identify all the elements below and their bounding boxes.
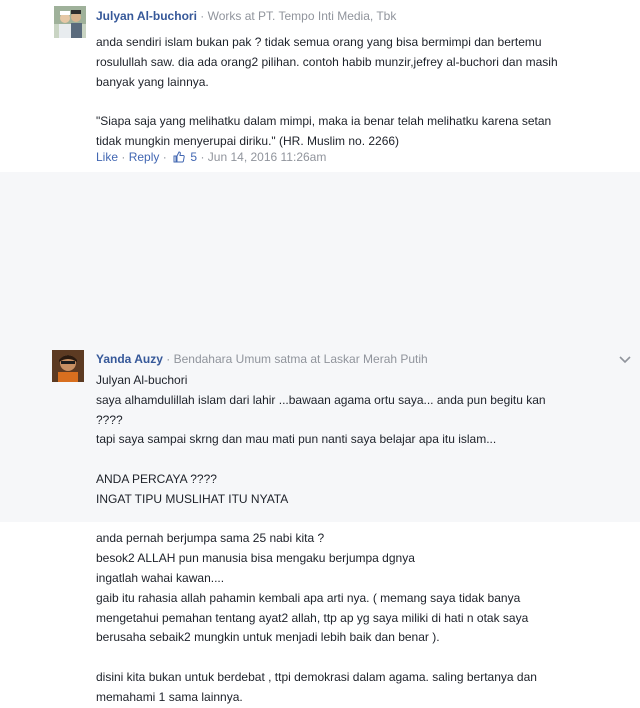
comment-line: disini kita bukan untuk berdebat , ttpi … [96,669,537,684]
comment-body: Julyan Al-buchori saya alhamdulillah isl… [96,371,626,708]
comment-line: saya alhamdulillah islam dari lahir ...b… [96,392,546,407]
comment-actions: Like · Reply · 5 · Jun 14, 2016 11:26am [96,150,326,166]
comment-header: Julyan Al-buchori · Works at PT. Tempo I… [96,9,396,23]
comment-line [96,450,626,470]
separator: · [200,150,205,164]
comment-line: tidak mungkin menyerupai diriku." (HR. M… [96,133,400,148]
separator: · [200,9,205,23]
comment-line: anda sendiri islam bukan pak ? tidak sem… [96,35,542,49]
comment-line: INGAT TIPU MUSLIHAT ITU NYATA [96,491,289,506]
comment-line: banyak yang lainnya. [96,74,209,89]
thumbs-up-icon [173,151,185,166]
comment-line [96,92,626,112]
author-role: Works at PT. Tempo Inti Media, Tbk [207,9,397,23]
timestamp[interactable]: Jun 14, 2016 11:26am [208,150,327,164]
author-name[interactable]: Yanda Auzy [96,352,163,366]
avatar[interactable] [52,350,84,382]
comment-header: Yanda Auzy · Bendahara Umum satma at Las… [96,352,428,366]
author-role: Bendahara Umum satma at Laskar Merah Put… [173,352,428,366]
comment-line: "Siapa saja yang melihatku dalam mimpi, … [96,114,552,129]
comment-line: mengetahui pemahan tentang ayat2 allah, … [96,610,529,625]
comment-line: gaib itu rahasia allah pahamin kembali a… [96,590,521,605]
avatar-photo [52,350,84,382]
comment-body: anda sendiri islam bukan pak ? tidak sem… [96,33,626,152]
separator: · [162,150,167,164]
separator: · [166,352,171,366]
like-link[interactable]: Like [96,150,118,164]
comment-line: memahami 1 sama lainnya. [96,689,243,704]
chevron-down-icon[interactable] [618,352,632,366]
comment-line: ???? [96,412,123,427]
comment-line: besok2 ALLAH pun manusia bisa mengaku be… [96,551,415,566]
reply-link[interactable]: Reply [129,150,160,164]
avatar-photo [54,6,86,38]
comment-line: tapi saya sampai skrng dan mau mati pun … [96,432,497,447]
comment-line: anda pernah berjumpa sama 25 nabi kita ? [96,531,325,546]
comment-line: rosulullah saw. dia ada orang2 pilihan. … [96,54,558,69]
comment-line: ingatlah wahai kawan.... [96,570,225,585]
comment-line: berusaha sebaik2 mungkin untuk menjadi l… [96,630,440,645]
comment-line [96,648,626,668]
like-count[interactable]: 5 [190,150,197,164]
avatar[interactable] [54,6,86,38]
comment-yanda: Yanda Auzy · Bendahara Umum satma at Las… [0,172,640,704]
separator: · [121,150,126,164]
comment-julyan: Julyan Al-buchori · Works at PT. Tempo I… [0,0,640,172]
comment-line [96,510,626,530]
author-name[interactable]: Julyan Al-buchori [96,9,197,23]
comment-line: ANDA PERCAYA ???? [96,471,217,486]
comment-line: Julyan Al-buchori [96,373,188,387]
